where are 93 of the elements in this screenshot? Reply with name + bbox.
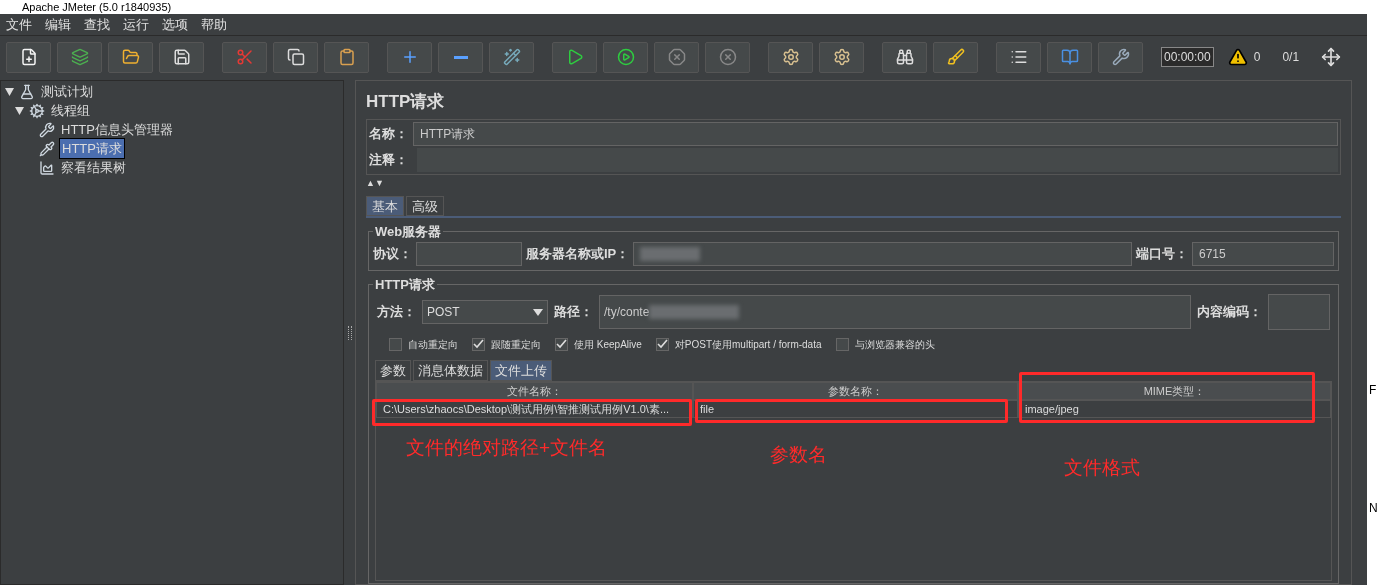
table-cell: C:\Users\zhaocs\Desktop\测试用例\智推测试用例V1.0\素... <box>376 400 693 418</box>
tree-item[interactable]: 测试计划 <box>39 81 95 102</box>
toolbar-button[interactable] <box>882 41 927 73</box>
paste-icon <box>337 48 356 66</box>
name-field[interactable]: HTTP请求 <box>413 121 1338 146</box>
checkbox-label: 跟随重定向 <box>491 337 541 352</box>
tab[interactable]: 高级 <box>406 196 444 216</box>
group-legend: Web服务器 <box>373 222 444 242</box>
annotation-text: 参数名 <box>770 443 827 467</box>
splitter-handle[interactable] <box>347 325 352 340</box>
toolbar-button[interactable] <box>1098 41 1143 73</box>
menu-item[interactable]: 帮助 <box>201 14 227 35</box>
new-file-icon <box>19 48 38 66</box>
annotation-text: 文件的绝对路径+文件名 <box>406 436 608 460</box>
toolbar-button[interactable] <box>768 41 813 73</box>
menu-item[interactable]: 文件 <box>6 14 32 35</box>
column-header[interactable]: 参数名称： <box>693 382 1018 400</box>
method-dropdown[interactable]: POST <box>422 300 548 324</box>
toolbar-button[interactable] <box>324 41 369 73</box>
side-window-text: N <box>1368 500 1379 517</box>
menu-item[interactable]: 运行 <box>123 14 149 35</box>
checkbox-label: 对POST使用multipart / form-data <box>674 337 822 352</box>
save-icon <box>172 48 191 66</box>
port-field[interactable]: 6715 <box>1192 241 1334 266</box>
tab[interactable]: 参数 <box>375 360 411 381</box>
checkbox[interactable] <box>655 337 669 351</box>
stop-icon <box>667 48 686 66</box>
tree-item[interactable]: HTTP请求 <box>59 137 125 160</box>
checkbox[interactable] <box>389 337 402 351</box>
collapse-arrows[interactable]: ▲▼ <box>366 178 384 188</box>
checkbox-label: 使用 KeepAlive <box>574 337 642 352</box>
field-label: 名称： <box>369 124 409 143</box>
tab[interactable]: 文件上传 <box>490 360 552 381</box>
expand-arrow-icon[interactable] <box>5 87 15 96</box>
menu-item[interactable]: 选项 <box>162 14 188 35</box>
tree-item[interactable]: HTTP信息头管理器 <box>59 119 175 140</box>
side-window-text: F <box>1368 382 1378 399</box>
field-label: 内容编码： <box>1197 303 1262 322</box>
toolbar-button[interactable] <box>273 41 318 73</box>
checkbox[interactable] <box>835 337 849 351</box>
open-folder-icon <box>121 48 140 66</box>
menu-item[interactable]: 查找 <box>84 14 110 35</box>
tab[interactable]: 基本 <box>366 196 404 216</box>
toolbar-button[interactable] <box>159 41 204 73</box>
window-title: Apache JMeter (5.0 r1840935) <box>22 1 172 14</box>
warning-icon[interactable] <box>1227 47 1248 67</box>
elapsed-time: 00:00:00 <box>1161 47 1214 67</box>
path-field[interactable]: /ty/conte <box>599 295 1191 329</box>
dropdown-arrow-icon <box>533 308 543 316</box>
toolbar-button[interactable] <box>552 41 597 73</box>
toolbar-button[interactable] <box>933 41 978 73</box>
collapse-icon <box>453 55 468 59</box>
protocol-field[interactable] <box>416 241 522 266</box>
tab[interactable]: 消息体数据 <box>413 360 488 381</box>
cut-icon <box>235 48 254 66</box>
field-label: 协议： <box>373 244 412 263</box>
field-label: 方法： <box>377 303 416 322</box>
toolbar-button[interactable] <box>6 41 51 73</box>
toolbar-button[interactable] <box>996 41 1041 73</box>
blurred-text <box>640 246 701 261</box>
move-icon[interactable] <box>1321 47 1342 67</box>
field-label: 路径： <box>554 303 593 322</box>
column-header[interactable]: 文件名称： <box>376 382 693 400</box>
field-label: 注释： <box>369 150 409 169</box>
toolbar-button[interactable] <box>438 41 483 73</box>
copy-icon <box>286 48 305 66</box>
toolbar-button[interactable] <box>108 41 153 73</box>
table-cell: image/jpeg <box>1018 400 1331 418</box>
field-label: 端口号： <box>1136 244 1188 263</box>
toolbar-button[interactable] <box>603 41 648 73</box>
toolbar-button[interactable] <box>57 41 102 73</box>
checkbox[interactable] <box>555 337 568 351</box>
checkbox-label: 与浏览器兼容的头 <box>854 337 935 352</box>
column-header[interactable]: MIME类型： <box>1018 382 1331 400</box>
table-cell: file <box>693 400 1018 418</box>
checkbox[interactable] <box>472 337 485 351</box>
field-label: 服务器名称或IP： <box>526 244 630 263</box>
warning-count: 0 <box>1253 49 1261 66</box>
search-icon <box>895 48 914 66</box>
group-legend: HTTP请求 <box>373 274 437 294</box>
comment-field[interactable] <box>417 147 1338 172</box>
encoding-field[interactable] <box>1268 294 1330 330</box>
annotation-text: 文件格式 <box>1064 456 1140 480</box>
tree-item[interactable]: 线程组 <box>49 100 92 121</box>
tree-item[interactable]: 察看结果树 <box>59 157 128 178</box>
toolbar-button[interactable] <box>489 41 534 73</box>
panel-title: HTTP请求 <box>366 91 446 113</box>
checkbox-label: 自动重定向 <box>408 337 458 352</box>
server-field[interactable] <box>633 241 1132 266</box>
expand-arrow-icon[interactable] <box>15 106 25 115</box>
toolbar-button[interactable] <box>819 41 864 73</box>
thread-count: 0/1 <box>1282 49 1300 66</box>
menu-item[interactable]: 编辑 <box>45 14 71 35</box>
